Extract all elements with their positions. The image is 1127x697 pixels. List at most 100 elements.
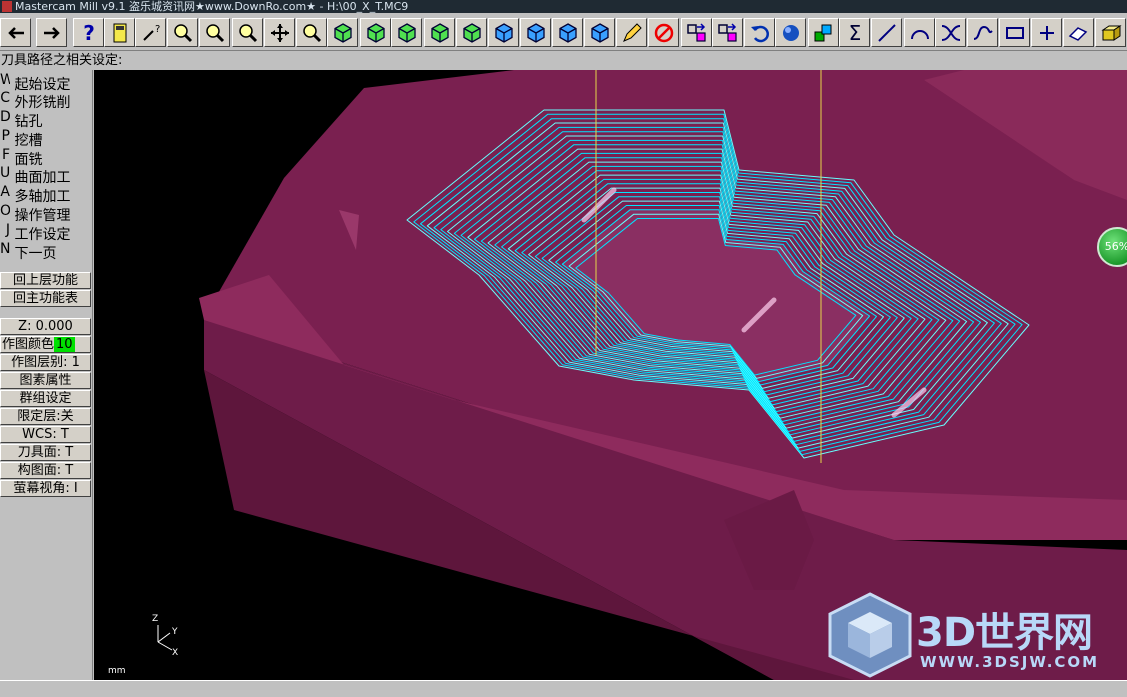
z-depth-button[interactable]: Z: 0.000 — [0, 318, 91, 335]
transform-2-button[interactable] — [712, 18, 743, 47]
point-button[interactable] — [1031, 18, 1062, 47]
shade-sphere-button[interactable] — [775, 18, 806, 47]
level-button[interactable] — [808, 18, 839, 47]
menu-item-drill[interactable]: D 钻孔 — [0, 108, 92, 130]
watermark-text: 3D世界网 — [916, 610, 1093, 656]
graphics-viewport[interactable]: Z Y X mm 56% 3D世界网 WWW.3DSJW.COM — [94, 70, 1127, 680]
bottom-bar — [0, 680, 1127, 697]
transform-1-icon — [686, 22, 706, 42]
menu-item-pocket[interactable]: P 挖槽 — [0, 127, 92, 149]
menu-item-contour[interactable]: C 外形铣削 — [0, 89, 92, 111]
back-arrow-icon — [7, 26, 24, 39]
fillet-button[interactable] — [935, 18, 966, 47]
cube-view-3-button[interactable] — [552, 18, 583, 47]
menu-item-job-setup[interactable]: W 起始设定 — [0, 71, 92, 93]
menu-item-multiaxis[interactable]: A 多轴加工 — [0, 183, 92, 205]
point-icon — [1039, 25, 1054, 40]
cube-view-4-button[interactable] — [584, 18, 615, 47]
transform-2-icon — [717, 22, 737, 42]
solid-box-button[interactable] — [1095, 18, 1126, 47]
zoom-out-button[interactable] — [199, 18, 230, 47]
no-delete-button[interactable] — [648, 18, 679, 47]
undo-button[interactable] — [744, 18, 775, 47]
mask-button[interactable]: 限定层:关 — [0, 408, 91, 425]
wcs-button[interactable]: WCS: T — [0, 426, 91, 443]
fillet-icon — [941, 24, 960, 41]
cplane-button[interactable]: 构图面: T — [0, 462, 91, 479]
iso-view-icon — [366, 22, 385, 43]
forward-arrow-button[interactable] — [36, 18, 67, 47]
zoom-window-icon — [302, 23, 321, 42]
tplane-button[interactable]: 刀具面: T — [0, 444, 91, 461]
cube-view-2-icon — [526, 22, 545, 43]
back-arrow-button[interactable] — [0, 18, 31, 47]
forward-arrow-icon — [43, 26, 60, 39]
zoom-prev-icon — [238, 23, 257, 42]
axis-x-label: X — [172, 648, 179, 658]
menu-item-surface[interactable]: U 曲面加工 — [0, 164, 92, 186]
cube-view-3-icon — [558, 22, 577, 43]
spline-button[interactable] — [967, 18, 998, 47]
menu-item-face[interactable]: F 面铣 — [0, 146, 92, 168]
svg-text:?: ? — [155, 24, 160, 35]
zoom-window-button[interactable] — [296, 18, 327, 47]
part-model — [157, 70, 1127, 680]
solid-box-icon — [1100, 24, 1122, 41]
zoom-in-icon — [173, 23, 192, 42]
back-upper-button[interactable]: 回上层功能 — [0, 272, 91, 289]
calculator-button[interactable] — [104, 18, 135, 47]
toolbar: ?? Σ — [0, 13, 1127, 51]
shade-sphere-icon — [782, 24, 799, 41]
line-icon — [877, 23, 896, 42]
arc-icon — [910, 29, 929, 39]
line-button[interactable] — [871, 18, 902, 47]
group-button[interactable]: 群组设定 — [0, 390, 91, 407]
prompt-line: 刀具路径之相关设定: — [0, 51, 1127, 70]
spline-icon — [973, 25, 993, 40]
axis-z-label: Z — [152, 614, 159, 624]
rotate-view-button[interactable] — [327, 18, 358, 47]
pan-icon — [270, 23, 289, 42]
zoom-prev-button[interactable] — [232, 18, 263, 47]
sum-icon: Σ — [848, 21, 861, 45]
axis-y-label: Y — [172, 627, 178, 637]
calculator-icon — [113, 23, 126, 42]
eraser-button[interactable] — [1063, 18, 1094, 47]
help-button[interactable]: ? — [73, 18, 104, 47]
transform-1-button[interactable] — [681, 18, 712, 47]
pencil-button[interactable] — [616, 18, 647, 47]
rectangle-icon — [1005, 26, 1024, 39]
top-view-icon — [397, 22, 416, 43]
front-view-icon — [430, 22, 449, 43]
zoom-out-icon — [205, 23, 224, 42]
watermark-url: WWW.3DSJW.COM — [920, 653, 1100, 671]
cube-view-1-icon — [494, 22, 513, 43]
menu-item-operations[interactable]: O 操作管理 — [0, 202, 92, 224]
level-button[interactable]: 作图层别: 1 — [0, 354, 91, 371]
top-view-button[interactable] — [391, 18, 422, 47]
cube-view-4-icon — [590, 22, 609, 43]
no-delete-icon — [654, 23, 673, 42]
axis-x-line — [157, 641, 173, 651]
cube-view-1-button[interactable] — [488, 18, 519, 47]
back-main-button[interactable]: 回主功能表 — [0, 290, 91, 307]
attributes-button[interactable]: 图素属性 — [0, 372, 91, 389]
zoom-in-button[interactable] — [167, 18, 198, 47]
analyze-button[interactable]: ? — [135, 18, 166, 47]
cube-view-2-button[interactable] — [520, 18, 551, 47]
menu-item-next-page[interactable]: N 下一页 — [0, 240, 92, 262]
pan-button[interactable] — [264, 18, 295, 47]
main-menu: W 起始设定 C 外形铣削 D 钻孔 P 挖槽 F 面铣 U 曲面加工 A 多轴… — [0, 70, 93, 680]
sum-button[interactable]: Σ — [839, 18, 870, 47]
app-icon — [2, 1, 12, 12]
arc-button[interactable] — [904, 18, 935, 47]
units-label: mm — [108, 666, 126, 676]
iso-view-button[interactable] — [360, 18, 391, 47]
color-button[interactable]: 作图颜色 10 — [0, 336, 91, 353]
menu-item-job-settings[interactable]: J 工作设定 — [0, 221, 92, 243]
gview-button[interactable]: 萤幕视角: I — [0, 480, 91, 497]
analyze-icon: ? — [142, 24, 160, 41]
side-view-button[interactable] — [456, 18, 487, 47]
front-view-button[interactable] — [424, 18, 455, 47]
rectangle-button[interactable] — [999, 18, 1030, 47]
